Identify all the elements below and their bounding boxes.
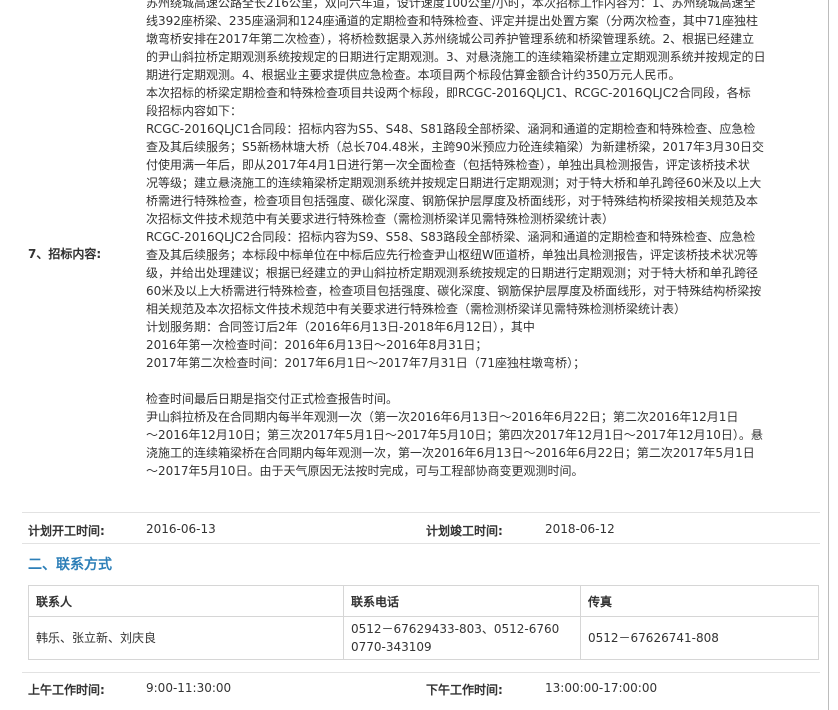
content-line: 线392座桥梁、235座涵洞和124座通道的定期检查和特殊检查、评定并提出处置方… xyxy=(146,14,758,28)
header-contact-person: 联系人 xyxy=(28,585,344,617)
content-line: 浇施工的连续箱梁桥在合同期内每年观测一次，第一次2016年6月13日～2016年… xyxy=(146,446,755,460)
contact-phone-cell: 0512－67629433-803、0512-6760 0770-343109 xyxy=(343,616,581,660)
content-line: 相关规范及本次招标文件技术规范中有关要求进行特殊检查（需检测桥梁详见需特殊检测桥… xyxy=(146,302,687,316)
table-row: 韩乐、张立新、刘庆良 0512－67629433-803、0512-6760 0… xyxy=(28,616,819,660)
content-line xyxy=(146,372,818,390)
planned-end-label: 计划竣工时间: xyxy=(426,524,503,538)
content-line: 况等级；建立悬浇施工的连续箱梁桥定期观测系统并按规定日期进行定期观测；对于特大桥… xyxy=(146,176,762,190)
content-line: ～2016年12月10日；第三次2017年5月1日～2017年5月10日；第四次… xyxy=(146,428,763,442)
fax-cell: 0512－67626741-808 xyxy=(580,616,819,660)
row-divider xyxy=(22,512,820,513)
afternoon-hours-label: 下午工作时间: xyxy=(426,683,503,697)
contact-table: 联系人 联系电话 传真 韩乐、张立新、刘庆良 0512－67629433-803… xyxy=(28,585,819,660)
table-header-row: 联系人 联系电话 传真 xyxy=(28,585,819,617)
content-line: 级，并给出处理建议；根据已经建立的尹山斜拉桥定期观测系统按规定的日期进行定期观测… xyxy=(146,266,759,280)
tender-content-text: 苏州绕城高速公路全长216公里，双向六车道，设计速度100公里/小时，本次招标工… xyxy=(146,0,818,480)
content-line: 的尹山斜拉桥定期观测系统按规定的日期进行定期观测。3、对悬浇施工的连续箱梁桥建立… xyxy=(146,50,766,64)
header-fax: 传真 xyxy=(580,585,819,617)
content-line: 2016年第一次检查时间：2016年6月13日～2016年8月31日； xyxy=(146,338,488,352)
row-divider xyxy=(22,672,820,673)
content-line: 60米及以上大桥需进行特殊检查，检查项目包括强度、碳化深度、钢筋保护层厚度及桥面… xyxy=(146,284,762,298)
content-line: 计划服务期：合同签订后2年（2016年6月13日-2018年6月12日），其中 xyxy=(146,320,535,334)
content-line: 苏州绕城高速公路全长216公里，双向六车道，设计速度100公里/小时，本次招标工… xyxy=(146,0,756,10)
content-line: 期进行定期观测。4、根据业主要求提供应急检查。本项目两个标段估算金额合计约350… xyxy=(146,68,681,82)
frame-border xyxy=(828,0,829,710)
content-line: 检查时间最后日期是指交付正式检查报告时间。 xyxy=(146,392,399,406)
content-line: RCGC-2016QLJC1合同段：招标内容为S5、S48、S81路段全部桥梁、… xyxy=(146,122,756,136)
afternoon-hours-value: 13:00:00-17:00:00 xyxy=(545,681,658,695)
section-title-contact: 二、联系方式 xyxy=(28,557,112,573)
content-line: 尹山斜拉桥及在合同期内每半年观测一次（第一次2016年6月13日～2016年6月… xyxy=(146,410,739,424)
content-line: 墩弯桥安排在2017年第二次检查），将桥检数据录入苏州绕城公司养护管理系统和桥梁… xyxy=(146,32,755,46)
content-line: 付使用满一年后，即从2017年4月1日进行第一次全面检查（包括特殊检查），单独出… xyxy=(146,158,750,172)
planned-start-value: 2016-06-13 xyxy=(146,522,216,536)
content-line: 2017年第二次检查时间：2017年6月1日～2017年7月31日（71座独柱墩… xyxy=(146,356,586,370)
header-contact-phone: 联系电话 xyxy=(343,585,581,617)
content-line: 次招标文件技术规范中有关要求进行特殊检查（需检测桥梁详见需特殊检测桥梁统计表） xyxy=(146,212,615,226)
content-line: ～2017年5月10日。由于天气原因无法按时完成，可与工程部协商变更观测时间。 xyxy=(146,464,584,478)
contact-person-cell: 韩乐、张立新、刘庆良 xyxy=(28,616,344,660)
content-line: 段招标内容如下： xyxy=(146,104,243,118)
content-line: 查及其后续服务；本标段中标单位在中标后应先行检查尹山枢纽W匝道桥，单独出具检测报… xyxy=(146,248,758,262)
content-line: 本次招标的桥梁定期检查和特殊检查项目共设两个标段，即RCGC-2016QLJC1… xyxy=(146,86,751,100)
planned-start-label: 计划开工时间: xyxy=(28,524,105,538)
morning-hours-label: 上午工作时间: xyxy=(28,683,105,697)
content-line: RCGC-2016QLJC2合同段：招标内容为S9、S58、S83路段全部桥梁、… xyxy=(146,230,756,244)
planned-end-value: 2018-06-12 xyxy=(545,522,615,536)
contact-phone-line: 0770-343109 xyxy=(351,640,432,654)
content-line: 桥需进行特殊检查，检查项目包括强度、碳化深度、钢筋保护层厚度及桥面线形，对于特殊… xyxy=(146,194,759,208)
morning-hours-value: 9:00-11:30:00 xyxy=(146,681,232,695)
tender-detail-page: 7、招标内容: 苏州绕城高速公路全长216公里，双向六车道，设计速度100公里/… xyxy=(0,0,838,710)
content-line: 查及其后续服务；S5新杨林塘大桥（总长704.48米，主跨90米预应力砼连续箱梁… xyxy=(146,140,764,154)
row-divider xyxy=(22,543,820,544)
contact-phone-line: 0512－67629433-803、0512-6760 xyxy=(351,622,560,636)
tender-content-label: 7、招标内容: xyxy=(28,247,102,261)
